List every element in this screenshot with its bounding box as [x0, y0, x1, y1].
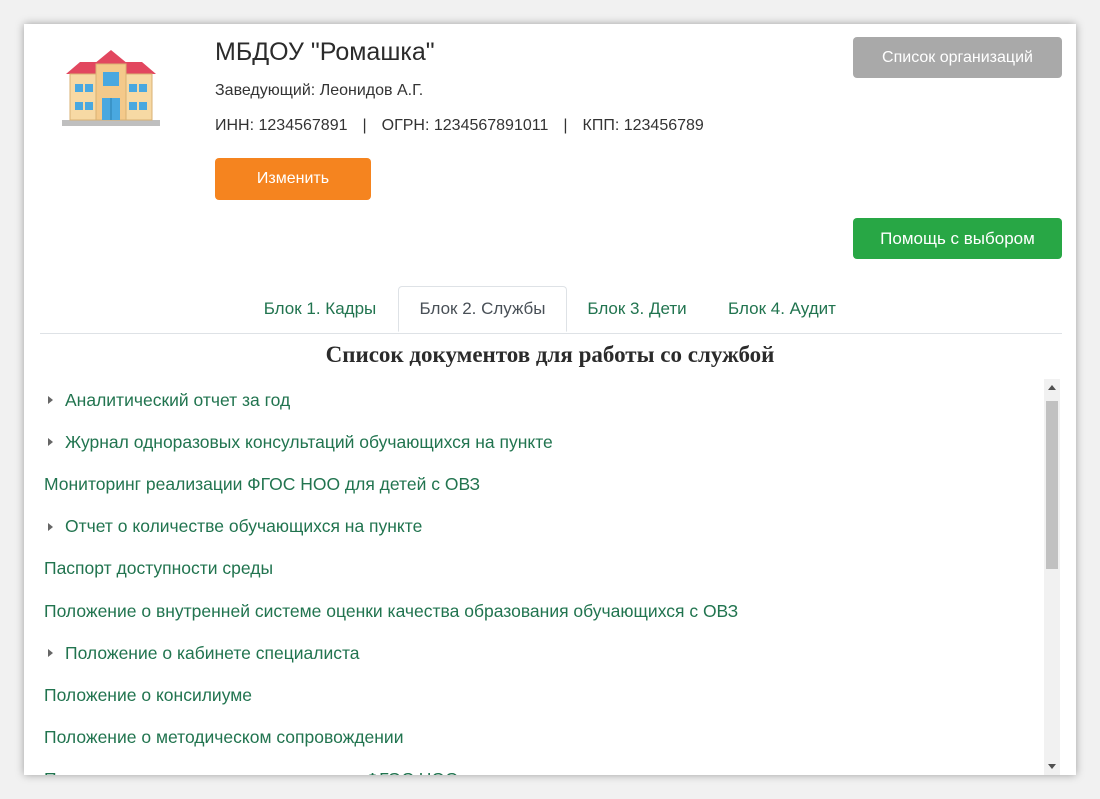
scroll-up-arrow-icon[interactable]	[1044, 379, 1060, 396]
section-title: Список документов для работы со службой	[325, 342, 775, 367]
document-item[interactable]: Положение о мониторинге реализации ФГОС …	[44, 759, 1044, 775]
caret-right-icon[interactable]	[48, 522, 53, 531]
document-label: Положение о консилиуме	[44, 684, 253, 705]
document-label: Положение о методическом сопровождении	[44, 727, 404, 748]
document-item[interactable]: Паспорт доступности среды	[44, 548, 1044, 590]
document-item[interactable]: Положение о кабинете специалиста	[44, 632, 1044, 674]
organization-list-button[interactable]: Список организаций	[853, 37, 1062, 78]
separator: |	[362, 117, 367, 134]
document-item[interactable]: Положение о консилиуме	[44, 674, 1044, 716]
edit-button[interactable]: Изменить	[215, 158, 371, 200]
caret-right-icon[interactable]	[48, 649, 53, 658]
main-panel: МБДОУ "Ромашка" Заведующий: Леонидов А.Г…	[24, 24, 1076, 775]
caret-right-icon[interactable]	[48, 438, 53, 447]
document-label: Мониторинг реализации ФГОС НОО для детей…	[44, 473, 481, 494]
organization-identifiers: ИНН: 1234567891 | ОГРН: 1234567891011 | КПП:…	[215, 117, 704, 135]
document-label: Положение о мониторинге реализации ФГОС …	[44, 769, 459, 775]
document-label: Отчет о количестве обучающихся на пункте	[65, 516, 423, 537]
document-item[interactable]: Журнал одноразовых консультаций обучающи…	[44, 421, 1044, 463]
building-icon	[62, 50, 160, 126]
tab-block-3[interactable]: Блок 3. Дети	[570, 286, 704, 332]
document-label: Журнал одноразовых консультаций обучающи…	[65, 431, 553, 452]
scrollbar[interactable]	[1044, 379, 1060, 775]
caret-right-icon[interactable]	[48, 396, 53, 405]
ogrn-value: ОГРН: 1234567891011	[381, 117, 549, 134]
block-tabs: Блок 1. Кадры Блок 2. Службы Блок 3. Дет…	[40, 286, 1062, 334]
inn-value: ИНН: 1234567891	[215, 117, 348, 134]
kpp-value: КПП: 123456789	[582, 117, 704, 134]
document-label: Паспорт доступности среды	[44, 558, 274, 579]
document-item[interactable]: Отчет о количестве обучающихся на пункте	[44, 506, 1044, 548]
scrollbar-thumb[interactable]	[1046, 401, 1058, 569]
help-choose-button[interactable]: Помощь с выбором	[853, 218, 1062, 259]
tab-block-4[interactable]: Блок 4. Аудит	[712, 286, 852, 332]
document-item[interactable]: Мониторинг реализации ФГОС НОО для детей…	[44, 463, 1044, 505]
organization-head: Заведующий: Леонидов А.Г.	[215, 82, 424, 99]
organization-name: МБДОУ "Ромашка"	[215, 38, 435, 66]
document-label: Аналитический отчет за год	[65, 389, 291, 410]
document-item[interactable]: Положение о внутренней системе оценки ка…	[44, 590, 1044, 632]
separator: |	[563, 117, 568, 134]
document-item[interactable]: Аналитический отчет за год	[44, 379, 1044, 421]
document-item[interactable]: Положение о методическом сопровождении	[44, 717, 1044, 759]
tab-block-2[interactable]: Блок 2. Службы	[398, 286, 567, 332]
document-list: Аналитический отчет за год Журнал однораз…	[44, 379, 1044, 775]
scroll-down-arrow-icon[interactable]	[1044, 758, 1060, 775]
document-label: Положение о внутренней системе оценки ка…	[44, 600, 739, 621]
tab-block-1[interactable]: Блок 1. Кадры	[246, 286, 394, 332]
document-label: Положение о кабинете специалиста	[65, 642, 360, 663]
